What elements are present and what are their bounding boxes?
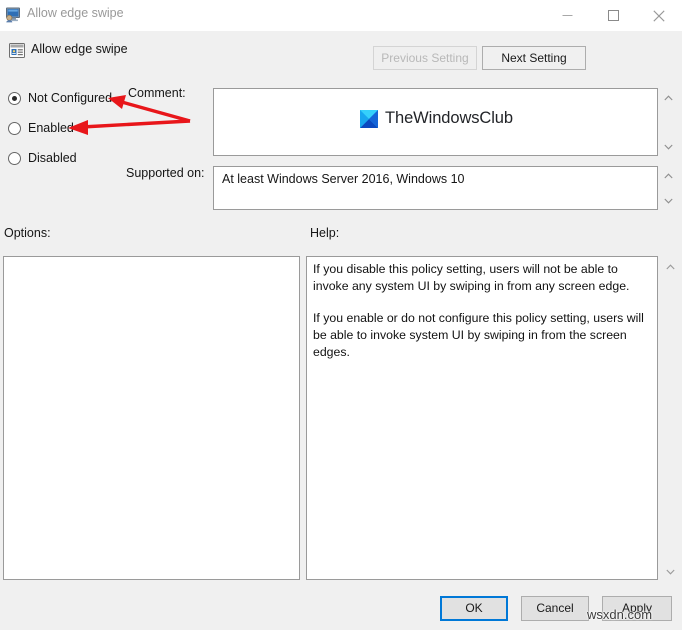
chevron-up-icon[interactable] xyxy=(663,167,673,184)
chevron-down-icon[interactable] xyxy=(663,138,673,155)
policy-computer-icon xyxy=(5,7,22,23)
chevron-up-icon[interactable] xyxy=(663,89,673,106)
supported-on-value: At least Windows Server 2016, Windows 10 xyxy=(222,172,465,186)
title-bar: Allow edge swipe xyxy=(0,0,682,31)
radio-disabled-indicator[interactable] xyxy=(8,151,21,165)
supported-on-label: Supported on: xyxy=(126,166,205,180)
help-paragraph: If you enable or do not configure this p… xyxy=(313,311,644,359)
thewindowsclub-logo-icon xyxy=(360,109,379,128)
supported-on-field: At least Windows Server 2016, Windows 10 xyxy=(213,166,658,210)
radio-not-configured-indicator[interactable] xyxy=(8,91,21,105)
options-label: Options: xyxy=(4,226,51,240)
radio-not-configured-label: Not Configured xyxy=(28,91,113,105)
help-text: If you disable this policy setting, user… xyxy=(313,261,651,361)
group-policy-setting-dialog: Allow edge swipe Allow edge swipe Previo… xyxy=(0,0,682,630)
group-policy-setting-icon xyxy=(8,42,26,59)
radio-enabled[interactable]: Enabled xyxy=(8,118,74,138)
previous-setting-button[interactable]: Previous Setting xyxy=(373,46,477,70)
comment-label: Comment: xyxy=(128,86,186,100)
cancel-button[interactable]: Cancel xyxy=(521,596,589,621)
radio-disabled-label: Disabled xyxy=(28,151,77,165)
ok-button[interactable]: OK xyxy=(440,596,508,621)
radio-not-configured[interactable]: Not Configured xyxy=(8,88,112,108)
next-setting-button[interactable]: Next Setting xyxy=(482,46,586,70)
page-watermark: wsxdn.com xyxy=(587,607,653,622)
chevron-down-icon[interactable] xyxy=(663,192,673,209)
chevron-up-icon[interactable] xyxy=(665,258,675,275)
help-paragraph: If you disable this policy setting, user… xyxy=(313,262,630,293)
minimize-icon[interactable] xyxy=(544,0,590,31)
window-title: Allow edge swipe xyxy=(27,6,124,20)
thewindowsclub-watermark-text: TheWindowsClub xyxy=(385,109,513,127)
radio-enabled-label: Enabled xyxy=(28,121,74,135)
comment-input[interactable]: TheWindowsClub xyxy=(213,88,658,156)
supported-on-scrollbar[interactable] xyxy=(659,167,676,209)
help-label: Help: xyxy=(310,226,340,240)
maximize-icon[interactable] xyxy=(590,0,636,31)
help-panel: If you disable this policy setting, user… xyxy=(306,256,658,580)
thewindowsclub-watermark: TheWindowsClub xyxy=(214,109,659,128)
help-scrollbar[interactable] xyxy=(661,258,678,580)
chevron-down-icon[interactable] xyxy=(665,563,675,580)
close-icon[interactable] xyxy=(636,0,682,31)
radio-disabled[interactable]: Disabled xyxy=(8,148,77,168)
options-panel[interactable] xyxy=(3,256,300,580)
radio-enabled-indicator[interactable] xyxy=(8,121,21,135)
page-title: Allow edge swipe xyxy=(31,42,128,56)
comment-scrollbar[interactable] xyxy=(659,89,676,155)
